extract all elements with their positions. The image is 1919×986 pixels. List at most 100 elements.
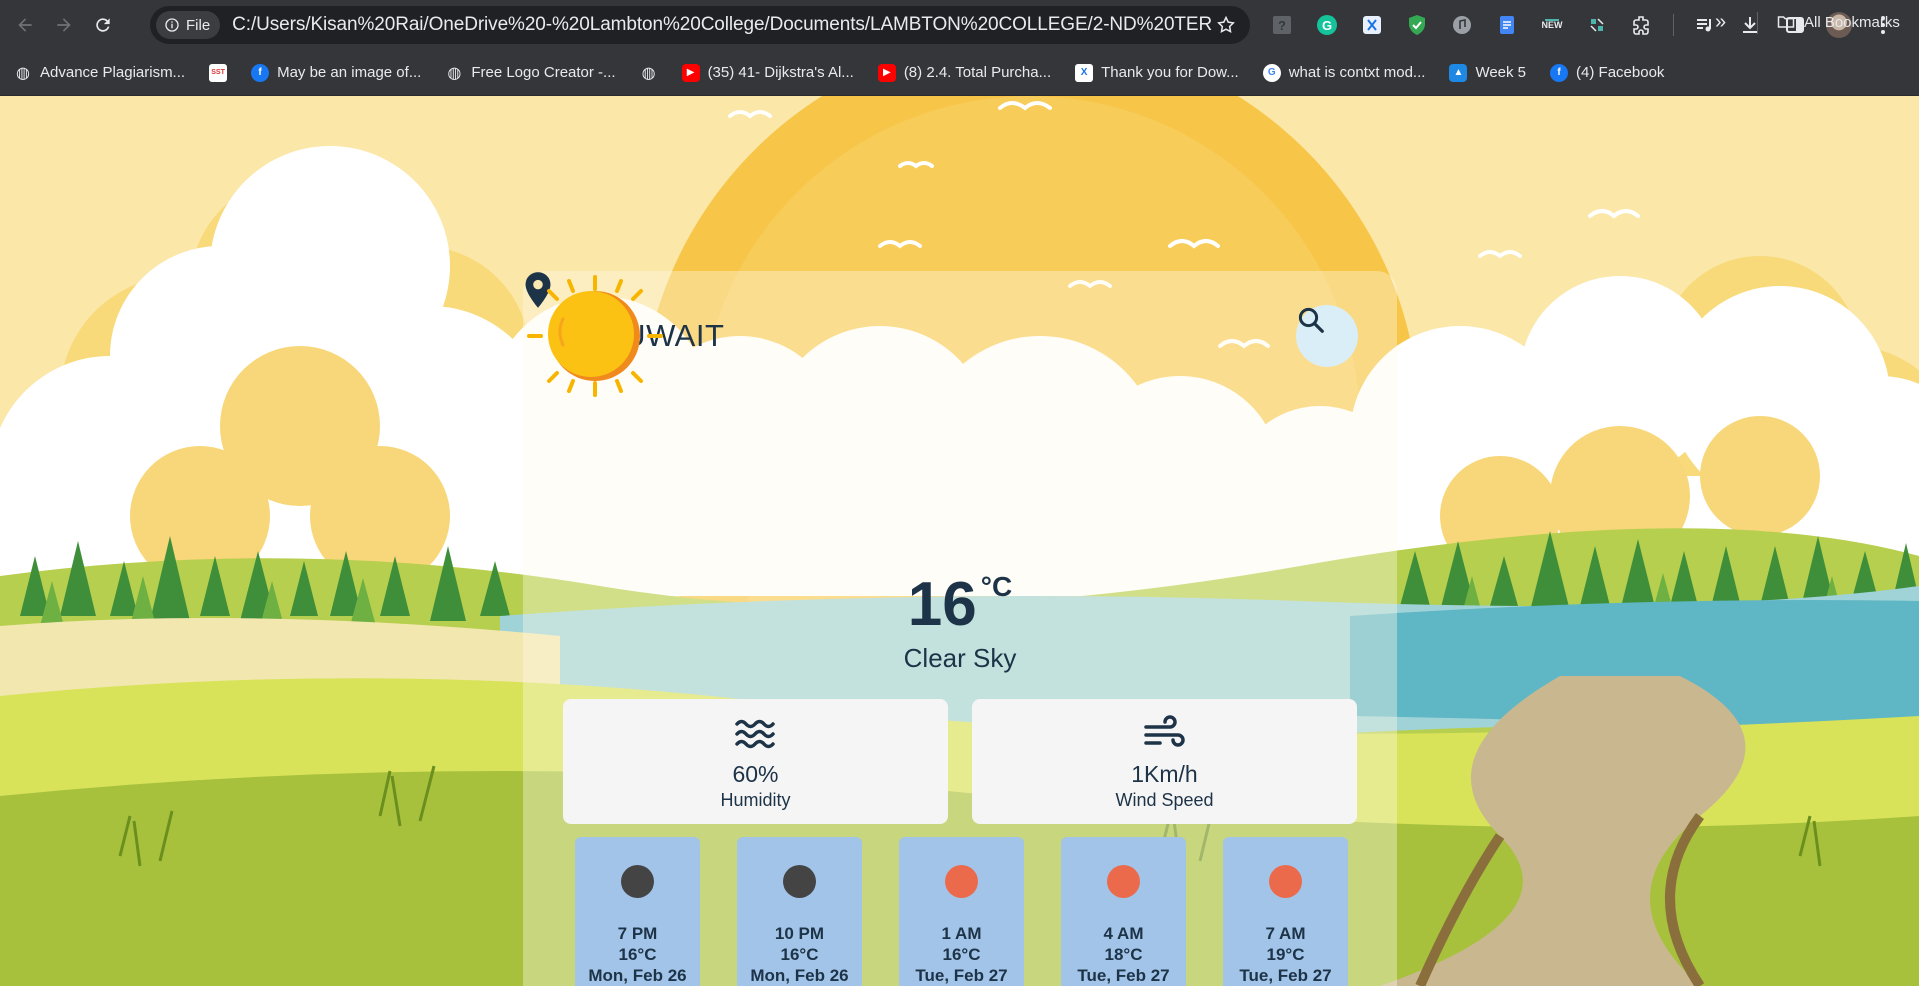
temperature-display: 16 °C	[523, 569, 1397, 640]
music-icon[interactable]	[1448, 11, 1476, 39]
forecast-time: 1 AM	[941, 924, 982, 943]
folder-icon	[1777, 16, 1795, 28]
forecast-temp: 18°C	[1104, 945, 1143, 964]
forecast-item: 7 PM 16°C Mon, Feb 26	[575, 837, 700, 986]
globe-icon: ◍	[16, 64, 30, 82]
svg-text:?: ?	[1278, 18, 1286, 33]
wind-speed-label: Wind Speed	[1115, 790, 1214, 810]
forecast-weather-icon	[1107, 865, 1140, 898]
weather-condition: Clear Sky	[903, 643, 1017, 673]
forecast-weather-icon	[1269, 865, 1302, 898]
grammarly-icon[interactable]: G	[1313, 11, 1341, 39]
bookmark-label: what is contxt mod...	[1288, 64, 1426, 81]
forecast-date: Mon, Feb 26	[750, 966, 849, 985]
classroom-icon: ▲	[1449, 63, 1468, 82]
extensions-puzzle-icon[interactable]	[1628, 11, 1656, 39]
forecast-item: 4 AM 18°C Tue, Feb 27	[1061, 837, 1186, 986]
facebook-icon: f	[251, 63, 270, 82]
forecast-temp: 19°C	[1266, 945, 1305, 964]
bookmark-label: Thank you for Dow...	[1101, 64, 1239, 81]
bookmark-item[interactable]: ▲ Week 5	[1449, 63, 1527, 82]
bookmark-star-icon[interactable]	[1216, 15, 1236, 35]
bookmark-item[interactable]: ◍	[640, 64, 658, 82]
search-icon	[1298, 307, 1324, 333]
google-icon: G	[1262, 63, 1281, 82]
svg-text:NEW: NEW	[1542, 20, 1564, 30]
info-icon	[165, 18, 179, 32]
forecast-date: Tue, Feb 27	[1077, 966, 1170, 985]
youtube-icon: ▶	[877, 63, 896, 82]
bookmarks-overflow-chevron-icon[interactable]: »	[1715, 11, 1726, 34]
x-extension-icon[interactable]	[1358, 11, 1386, 39]
temperature-unit: °C	[980, 571, 1013, 602]
arrow-right-icon	[57, 18, 71, 32]
wind-card: 1Km/h Wind Speed	[972, 699, 1357, 824]
bookmark-item[interactable]: f (4) Facebook	[1550, 63, 1665, 82]
reload-icon	[96, 18, 110, 32]
forecast-time: 4 AM	[1103, 924, 1144, 943]
arrow-left-icon	[18, 18, 32, 32]
all-bookmarks-label: All Bookmarks	[1804, 13, 1900, 31]
hourly-forecast: 7 PM 16°C Mon, Feb 26 10 PM 16°C Mon, Fe…	[575, 837, 1348, 986]
humidity-label: Humidity	[720, 790, 791, 810]
toolbar-separator	[1673, 14, 1674, 36]
bookmark-item[interactable]: SST	[209, 63, 228, 82]
sun-icon	[527, 275, 663, 397]
bookmark-item[interactable]: X Thank you for Dow...	[1075, 63, 1239, 82]
all-bookmarks-button[interactable]: All Bookmarks	[1776, 12, 1900, 32]
docs-icon[interactable]	[1493, 11, 1521, 39]
forecast-date: Mon, Feb 26	[588, 966, 687, 985]
wind-icon	[1144, 715, 1185, 747]
bookmark-label: May be an image of...	[277, 64, 422, 81]
forecast-date: Tue, Feb 27	[915, 966, 1008, 985]
bookmark-item[interactable]: ▶ (35) 41- Dijkstra's Al...	[681, 63, 854, 82]
bookmark-label: (35) 41- Dijkstra's Al...	[707, 64, 854, 81]
forecast-time: 10 PM	[774, 924, 825, 943]
site-info-chip[interactable]: File	[156, 11, 221, 39]
reload-button[interactable]	[89, 11, 117, 39]
humidity-value: 60%	[732, 761, 779, 787]
url-text[interactable]: C:/Users/Kisan%20Rai/OneDrive%20-%20Lamb…	[232, 14, 1212, 36]
bookmark-item[interactable]: Gwhat is contxt mod...	[1262, 63, 1426, 82]
facebook-icon: f	[1550, 63, 1569, 82]
forward-button[interactable]	[50, 11, 78, 39]
back-button[interactable]	[11, 11, 39, 39]
search-button[interactable]	[1296, 305, 1358, 367]
forecast-weather-icon	[783, 865, 816, 898]
youtube-icon: ▶	[681, 63, 700, 82]
bookmarks-separator	[1757, 12, 1758, 34]
globe-icon: ◍	[447, 64, 462, 82]
forecast-item: 1 AM 16°C Tue, Feb 27	[899, 837, 1024, 986]
site-info-label: File	[186, 16, 211, 34]
forecast-time: 7 PM	[617, 924, 658, 943]
download-icon[interactable]	[1736, 11, 1764, 39]
address-bar[interactable]: File C:/Users/Kisan%20Rai/OneDrive%20-%2…	[150, 6, 1250, 44]
wind-speed-value: 1Km/h	[1131, 761, 1198, 787]
weather-card: KUWAIT 16 °C Clear Sky 60% Humidity 1Km/…	[523, 271, 1397, 986]
forecast-weather-icon	[621, 865, 654, 898]
humidity-waves-icon	[735, 719, 775, 749]
sst-icon: SST	[209, 63, 228, 82]
bookmark-item[interactable]: f May be an image of...	[251, 63, 422, 82]
temperature-value: 16	[907, 570, 977, 639]
bookmark-label: Free Logo Creator -...	[471, 64, 616, 81]
forecast-time: 7 AM	[1265, 924, 1306, 943]
forecast-temp: 16°C	[942, 945, 981, 964]
bookmark-label: Week 5	[1475, 64, 1527, 81]
extension-puzzle-alt-icon[interactable]	[1583, 11, 1611, 39]
forecast-weather-icon	[945, 865, 978, 898]
bookmark-label: (4) Facebook	[1576, 64, 1665, 81]
bookmark-item[interactable]: ◍ Advance Plagiarism...	[14, 64, 185, 82]
x-icon: X	[1075, 63, 1094, 82]
humidity-card: 60% Humidity	[563, 699, 948, 824]
bookmark-label: Advance Plagiarism...	[40, 64, 186, 81]
forecast-temp: 16°C	[780, 945, 819, 964]
forecast-item: 10 PM 16°C Mon, Feb 26	[737, 837, 862, 986]
forecast-item: 7 AM 19°C Tue, Feb 27	[1223, 837, 1348, 986]
svg-text:G: G	[1322, 18, 1332, 33]
shield-icon[interactable]	[1403, 11, 1431, 39]
bookmark-item[interactable]: ▶ (8) 2.4. Total Purcha...	[877, 63, 1051, 82]
extension-help-icon[interactable]: ?	[1268, 11, 1296, 39]
bookmark-item[interactable]: ◍ Free Logo Creator -...	[445, 64, 615, 82]
new-badge-icon[interactable]: NEW	[1538, 11, 1566, 39]
